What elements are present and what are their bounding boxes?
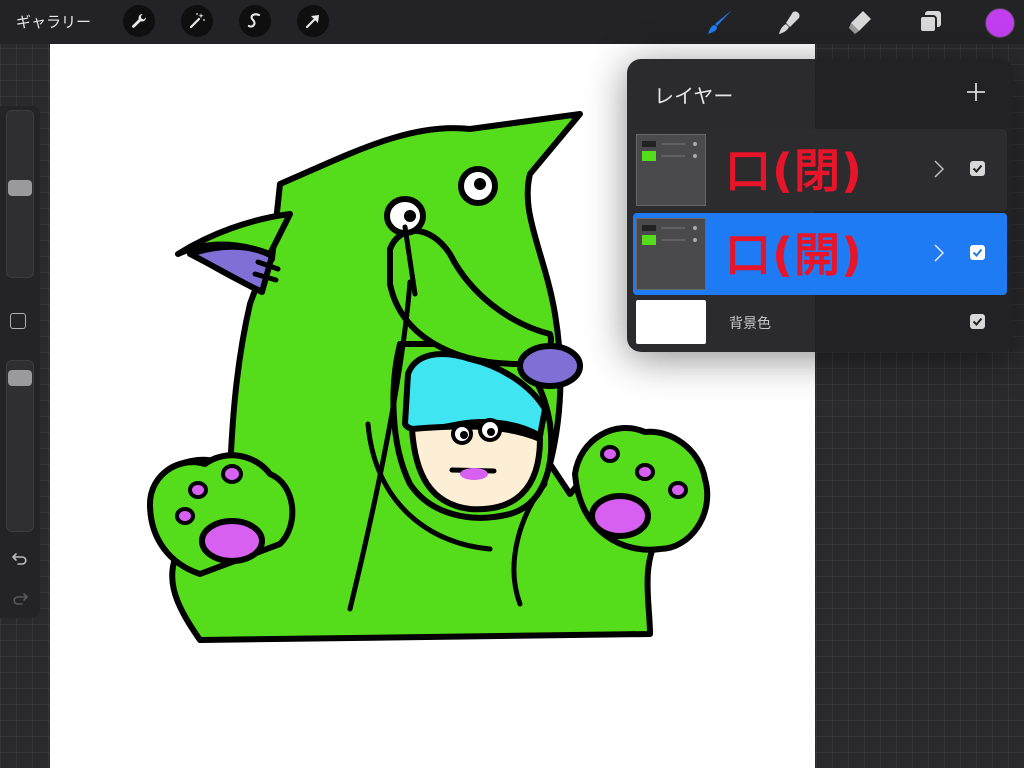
layers-icon: [919, 11, 941, 33]
left-sidebar: [0, 106, 40, 618]
opacity-thumb[interactable]: [8, 369, 32, 386]
layers-panel: レイヤー 口(閉) 口(開) 背景色: [627, 59, 1014, 352]
checkmark-icon: [972, 164, 983, 173]
undo-icon[interactable]: [10, 548, 30, 568]
wrench-icon: [132, 14, 146, 28]
layer-visibility-checkbox[interactable]: [970, 161, 985, 176]
ear-inner: [187, 243, 275, 295]
layers-panel-title: レイヤー: [654, 84, 734, 108]
adjustments-button[interactable]: [181, 5, 213, 37]
nose-shape: [517, 343, 583, 389]
actions-button[interactable]: [123, 5, 155, 37]
opacity-slider[interactable]: [6, 360, 34, 532]
add-layer-icon[interactable]: [964, 80, 988, 104]
redo-icon[interactable]: [10, 588, 30, 608]
modify-button[interactable]: [10, 313, 26, 329]
layer-thumbnail: [636, 134, 706, 206]
chevron-right-icon[interactable]: [933, 159, 945, 179]
brush-button[interactable]: [704, 6, 736, 38]
brush-size-thumb[interactable]: [8, 179, 32, 196]
color-picker-button[interactable]: [985, 8, 1015, 38]
background-color-thumbnail: [636, 300, 706, 344]
brush-size-slider[interactable]: [6, 110, 34, 278]
brush-icon: [708, 10, 732, 34]
eraser-button[interactable]: [844, 6, 876, 38]
layer-name: 口(閉): [725, 144, 864, 198]
eraser-icon: [849, 11, 871, 34]
transform-arrow-icon: [305, 15, 319, 29]
magic-wand-icon: [189, 13, 205, 29]
selection-button[interactable]: [239, 5, 271, 37]
transform-button[interactable]: [297, 5, 329, 37]
top-toolbar: ギャラリー: [0, 0, 1024, 44]
layer-name: 口(開): [725, 228, 864, 282]
smudge-button[interactable]: [774, 6, 806, 38]
layer-row-background[interactable]: 背景色: [633, 300, 1007, 345]
layer-visibility-checkbox[interactable]: [970, 245, 985, 260]
checkmark-icon: [972, 248, 983, 257]
smudge-icon: [779, 11, 800, 34]
selection-icon: [247, 13, 261, 28]
layer-row-mouth-open[interactable]: 口(開): [633, 213, 1007, 295]
layer-row-mouth-closed[interactable]: 口(閉): [633, 129, 1007, 211]
checkmark-icon: [972, 317, 983, 326]
chevron-right-icon[interactable]: [933, 243, 945, 263]
gallery-button[interactable]: ギャラリー: [16, 11, 91, 32]
background-layer-name: 背景色: [729, 316, 771, 332]
background-visibility-checkbox[interactable]: [970, 314, 985, 329]
layers-button[interactable]: [914, 6, 946, 38]
layer-thumbnail: [636, 218, 706, 290]
